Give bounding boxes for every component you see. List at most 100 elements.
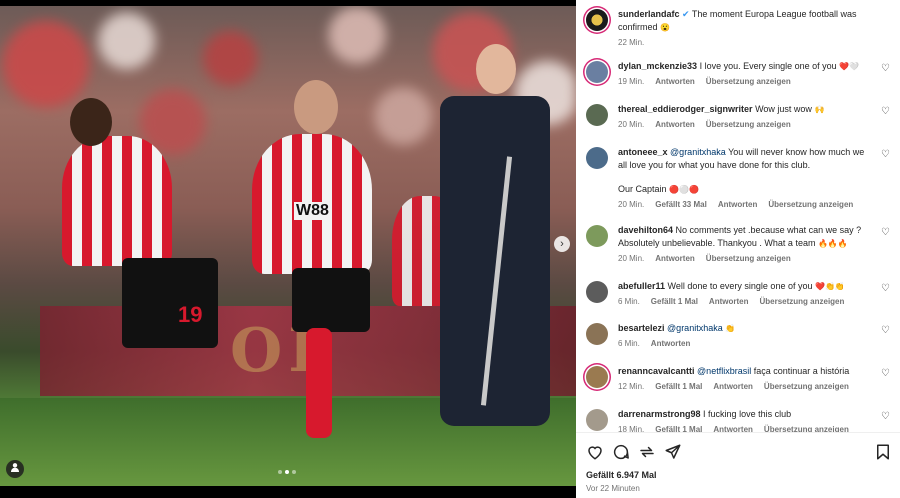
comment-text: Well done to every single one of you (667, 281, 813, 291)
comment-item: davehilton64 No comments yet .because wh… (586, 224, 890, 265)
avatar[interactable] (586, 225, 608, 247)
comment-user[interactable]: davehilton64 (618, 225, 673, 235)
carousel-dot (278, 470, 282, 474)
avatar[interactable] (586, 323, 608, 345)
like-count[interactable]: Gefällt 6.947 Mal (586, 470, 657, 480)
reply-link[interactable]: Antworten (713, 380, 753, 393)
comment-text-2: Our Captain (618, 184, 667, 194)
comment-user[interactable]: abefuller11 (618, 281, 665, 291)
post-viewer: OL 19 W88 › sunderlandafc ✔ The moment E… (0, 0, 900, 498)
comment-item: renanncavalcantti @netflixbrasil faça co… (586, 365, 890, 393)
comment-user[interactable]: renanncavalcantti (618, 366, 695, 376)
avatar[interactable] (586, 409, 608, 431)
reply-link[interactable]: Antworten (709, 295, 749, 308)
comment-time: 19 Min. (618, 77, 645, 86)
heart-icon[interactable]: ♡ (881, 411, 890, 422)
jersey-sponsor: W88 (294, 202, 331, 220)
comment-emoji: ❤️👏👏 (815, 282, 845, 291)
player-center-head (294, 80, 338, 134)
comment-likes[interactable]: Gefällt 1 Mal (655, 423, 702, 432)
comments-panel: sunderlandafc ✔ The moment Europa League… (576, 0, 900, 498)
translate-link[interactable]: Übersetzung anzeigen (764, 423, 849, 432)
post-photo: OL 19 W88 (0, 6, 576, 486)
translate-link[interactable]: Übersetzung anzeigen (706, 75, 791, 88)
comment-user[interactable]: thereal_eddierodger_signwriter (618, 104, 753, 114)
heart-icon[interactable]: ♡ (881, 325, 890, 336)
comment-likes[interactable]: Gefällt 1 Mal (655, 380, 702, 393)
bookmark-icon[interactable] (874, 443, 892, 461)
avatar[interactable] (586, 281, 608, 303)
heart-icon[interactable]: ♡ (881, 106, 890, 117)
carousel-dot (292, 470, 296, 474)
caption-emoji: 😮 (660, 23, 670, 32)
comment-time: 20 Min. (618, 200, 645, 209)
comment-text: Wow just wow (755, 104, 812, 114)
comment-emoji: 👏 (725, 324, 736, 333)
staff-head (476, 44, 516, 94)
comment-mention[interactable]: @granitxhaka (670, 147, 726, 157)
player-left-head (70, 98, 112, 146)
avatar[interactable] (586, 9, 608, 31)
comment-user[interactable]: antoneee_x (618, 147, 668, 157)
action-bar: Gefällt 6.947 Mal Vor 22 Minuten (576, 432, 900, 498)
avatar[interactable] (586, 104, 608, 126)
reply-link[interactable]: Antworten (655, 75, 695, 88)
player-center-legs (306, 328, 332, 438)
heart-icon[interactable]: ♡ (881, 368, 890, 379)
avatar[interactable] (586, 366, 608, 388)
heart-icon[interactable]: ♡ (881, 63, 890, 74)
carousel-dot-active (285, 470, 289, 474)
comment-emoji: ❤️🤍 (839, 62, 860, 71)
player-center-shorts (292, 268, 370, 332)
comment-mention[interactable]: @netflixbrasil (697, 366, 751, 376)
post-media[interactable]: OL 19 W88 › (0, 0, 576, 498)
comment-user[interactable]: dylan_mckenzie33 (618, 61, 697, 71)
translate-link[interactable]: Übersetzung anzeigen (706, 118, 791, 131)
reply-link[interactable]: Antworten (718, 198, 758, 211)
post-age: Vor 22 Minuten (586, 484, 640, 493)
send-icon[interactable] (664, 443, 682, 461)
translate-link[interactable]: Übersetzung anzeigen (706, 252, 791, 265)
comment-likes[interactable]: Gefällt 33 Mal (655, 198, 707, 211)
comment-item: antoneee_x @granitxhaka You will never k… (586, 146, 890, 211)
user-tag-icon[interactable] (6, 460, 24, 478)
comment-emoji: 🔥🔥🔥 (817, 239, 848, 248)
translate-link[interactable]: Übersetzung anzeigen (759, 295, 844, 308)
avatar[interactable] (586, 147, 608, 169)
comment-time: 20 Min. (618, 120, 645, 129)
avatar[interactable] (586, 61, 608, 83)
comment-mention[interactable]: @granitxhaka (667, 323, 723, 333)
caption-author[interactable]: sunderlandafc (618, 9, 680, 19)
comment-item: abefuller11 Well done to every single on… (586, 280, 890, 308)
share-icon[interactable] (638, 443, 656, 461)
reply-link[interactable]: Antworten (713, 423, 753, 432)
comment-user[interactable]: darrenarmstrong98 (618, 409, 701, 419)
verified-badge: ✔ (682, 9, 690, 19)
comment-time: 12 Min. (618, 382, 645, 391)
heart-icon[interactable]: ♡ (881, 227, 890, 238)
reply-link[interactable]: Antworten (655, 118, 695, 131)
heart-icon[interactable]: ♡ (881, 149, 890, 160)
translate-link[interactable]: Übersetzung anzeigen (768, 198, 853, 211)
comment-item: dylan_mckenzie33 I love you. Every singl… (586, 60, 890, 88)
comment-item: darrenarmstrong98 I fucking love this cl… (586, 408, 890, 432)
reply-link[interactable]: Antworten (651, 337, 691, 350)
comment-icon[interactable] (612, 443, 630, 461)
heart-icon[interactable]: ♡ (881, 283, 890, 294)
comment-time: 6 Min. (618, 339, 640, 348)
caption: sunderlandafc ✔ The moment Europa League… (586, 8, 890, 49)
reply-link[interactable]: Antworten (655, 252, 695, 265)
comment-item: besartelezi @granitxhaka 👏 6 Min. Antwor… (586, 322, 890, 350)
translate-link[interactable]: Übersetzung anzeigen (764, 380, 849, 393)
comment-list[interactable]: sunderlandafc ✔ The moment Europa League… (576, 0, 900, 432)
comment-user[interactable]: besartelezi (618, 323, 665, 333)
comment-time: 6 Min. (618, 297, 640, 306)
comment-likes[interactable]: Gefällt 1 Mal (651, 295, 698, 308)
player-left (62, 136, 172, 266)
heart-icon[interactable] (586, 443, 604, 461)
comment-item: thereal_eddierodger_signwriter Wow just … (586, 103, 890, 131)
comment-time: 18 Min. (618, 425, 645, 432)
chevron-right-icon[interactable]: › (554, 236, 570, 252)
comment-text: faça continuar a história (753, 366, 850, 376)
player-left-shorts (122, 258, 218, 348)
